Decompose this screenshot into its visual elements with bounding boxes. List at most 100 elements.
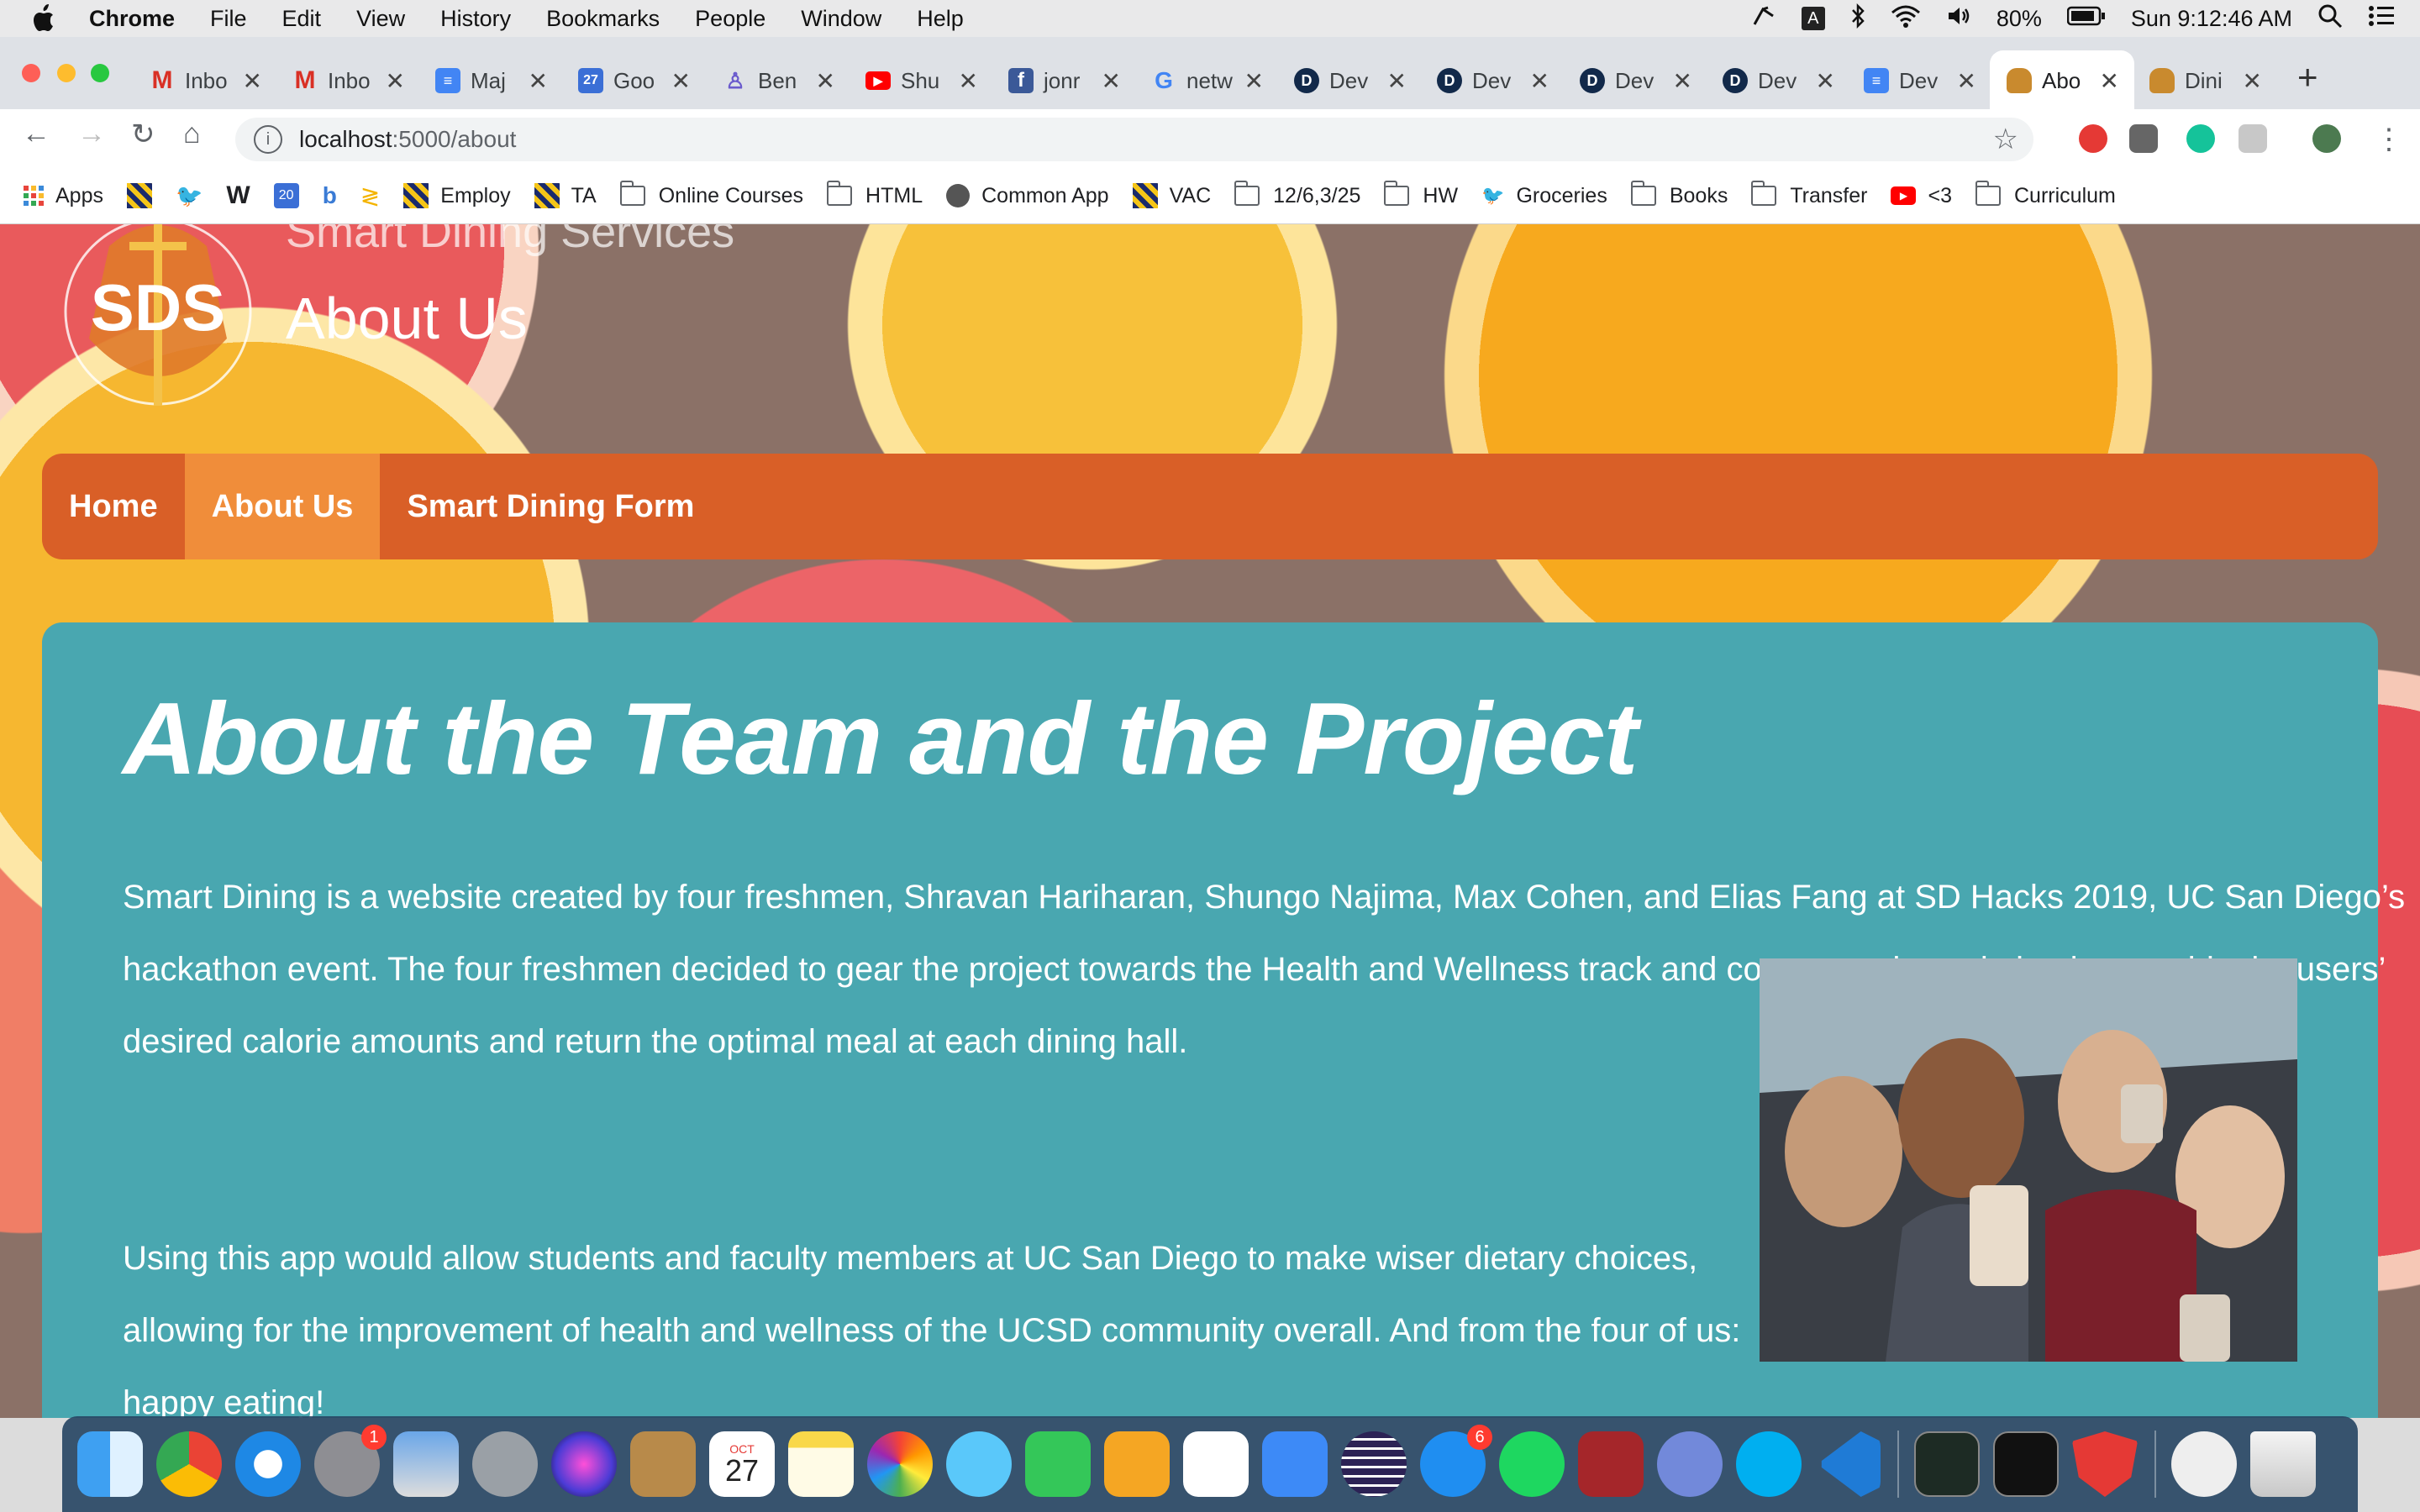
clock[interactable]: Sun 9:12:46 AM	[2131, 6, 2292, 32]
bookmark-groceries[interactable]: 🐦 Groceries	[1481, 184, 1607, 208]
bookmark-online-courses[interactable]: Online Courses	[619, 181, 803, 208]
system-preferences-icon[interactable]: 1	[314, 1425, 387, 1497]
spotify-icon[interactable]	[1499, 1431, 1565, 1497]
vscode-icon[interactable]	[1821, 1431, 1881, 1497]
close-icon[interactable]: ✕	[1530, 67, 1549, 95]
siri-icon[interactable]	[551, 1431, 617, 1497]
menu-view[interactable]: View	[356, 6, 405, 32]
bookmark-html[interactable]: HTML	[827, 181, 923, 208]
tab-dev-1[interactable]: D Dev ✕	[1294, 59, 1407, 102]
chrome-menu-icon[interactable]: ⋮	[2375, 123, 2403, 156]
keynote-icon[interactable]	[1262, 1431, 1328, 1497]
menu-window[interactable]: Window	[801, 6, 881, 32]
bookmark-bird[interactable]: 🐦	[176, 183, 203, 209]
pen-tool-icon[interactable]	[1751, 4, 1776, 34]
eclipse-icon[interactable]	[1341, 1431, 1407, 1497]
launchpad-icon[interactable]	[472, 1431, 538, 1497]
bookmark-curriculum[interactable]: Curriculum	[1975, 181, 2116, 208]
finder-icon[interactable]	[77, 1431, 143, 1497]
window-minimize-button[interactable]	[57, 64, 76, 82]
info-icon[interactable]: i	[254, 125, 282, 154]
notes-icon[interactable]	[788, 1431, 854, 1497]
forward-button[interactable]: →	[77, 118, 106, 150]
tab-youtube[interactable]: ▶ Shu ✕	[865, 59, 978, 102]
preview-icon[interactable]	[393, 1431, 459, 1497]
close-icon[interactable]: ✕	[1102, 67, 1121, 95]
close-icon[interactable]: ✕	[1816, 67, 1835, 95]
bookmark-dates[interactable]: 12/6,3/25	[1234, 181, 1360, 208]
adblock-extension-icon[interactable]	[2079, 124, 2107, 153]
close-icon[interactable]: ✕	[959, 67, 978, 95]
bookmark-transfer[interactable]: Transfer	[1751, 181, 1867, 208]
volume-icon[interactable]	[1946, 4, 1971, 34]
bookmark-star-icon[interactable]: ☆	[1993, 123, 2018, 156]
messages-icon[interactable]	[946, 1431, 1012, 1497]
safari-icon[interactable]	[235, 1431, 301, 1497]
dictionary-icon[interactable]	[1578, 1431, 1644, 1497]
close-icon[interactable]: ✕	[386, 67, 405, 95]
tab-about-active[interactable]: Abo ✕	[2007, 59, 2119, 102]
tab-ben[interactable]: ♙ Ben ✕	[723, 59, 835, 102]
tab-facebook[interactable]: f jonr ✕	[1008, 59, 1121, 102]
apple-icon[interactable]	[30, 4, 60, 33]
close-icon[interactable]: ✕	[529, 67, 548, 95]
time-machine-icon[interactable]	[2171, 1431, 2237, 1497]
extension-icon[interactable]	[2238, 124, 2267, 153]
tab-google[interactable]: Gnetw ✕	[1151, 59, 1264, 102]
bookmark-hw[interactable]: HW	[1384, 181, 1458, 208]
tab-dev-2[interactable]: D Dev ✕	[1437, 59, 1549, 102]
close-icon[interactable]: ✕	[243, 67, 262, 95]
activity-monitor-icon[interactable]	[1914, 1431, 1980, 1497]
bookmark-ta[interactable]: TA	[534, 183, 597, 208]
bluetooth-icon[interactable]	[1850, 3, 1865, 34]
bookmark-w[interactable]: W	[226, 181, 250, 210]
bookmark-apps[interactable]: Apps	[24, 184, 103, 208]
menu-help[interactable]: Help	[917, 6, 964, 32]
numbers-icon[interactable]	[1183, 1431, 1249, 1497]
bookmark-employ[interactable]: Employ	[403, 183, 511, 208]
skype-icon[interactable]	[1736, 1431, 1802, 1497]
discord-icon[interactable]	[1657, 1431, 1723, 1497]
security-shield-icon[interactable]	[2072, 1431, 2138, 1497]
spotlight-search-icon[interactable]	[2317, 3, 2343, 34]
bookmark-arrow[interactable]: ≷	[360, 182, 380, 210]
trash-icon[interactable]	[2250, 1431, 2316, 1497]
tab-docs-2[interactable]: ≡ Dev ✕	[1864, 59, 1976, 102]
wifi-icon[interactable]	[1891, 4, 1921, 34]
tab-calendar[interactable]: 27 Goo ✕	[578, 59, 691, 102]
close-icon[interactable]: ✕	[2243, 67, 2262, 95]
tab-dev-4[interactable]: D Dev ✕	[1723, 59, 1835, 102]
tab-gmail-2[interactable]: M Inbo ✕	[292, 59, 406, 102]
menu-people[interactable]: People	[695, 6, 765, 32]
profile-avatar[interactable]	[2312, 124, 2341, 153]
nav-home[interactable]: Home	[42, 454, 185, 559]
menu-bookmarks[interactable]: Bookmarks	[546, 6, 660, 32]
new-tab-button[interactable]: +	[2297, 57, 2318, 97]
home-button[interactable]: ⌂	[183, 118, 201, 150]
nav-about[interactable]: About Us	[184, 454, 381, 559]
close-icon[interactable]: ✕	[816, 67, 835, 95]
close-icon[interactable]: ✕	[1244, 67, 1264, 95]
battery-icon[interactable]	[2066, 6, 2106, 32]
facetime-icon[interactable]	[1025, 1431, 1091, 1497]
app-store-icon[interactable]: 6	[1420, 1425, 1492, 1497]
calendar-icon[interactable]: OCT 27	[709, 1431, 775, 1497]
close-icon[interactable]: ✕	[671, 67, 691, 95]
bookmark-books[interactable]: Books	[1630, 181, 1728, 208]
window-close-button[interactable]	[22, 64, 40, 82]
tab-dev-3[interactable]: D Dev ✕	[1580, 59, 1692, 102]
bookmark-common-app[interactable]: Common App	[946, 184, 1109, 208]
window-zoom-button[interactable]	[91, 64, 109, 82]
contacts-icon[interactable]	[630, 1431, 696, 1497]
bookmark-b[interactable]: b	[323, 182, 337, 209]
close-icon[interactable]: ✕	[2100, 67, 2119, 95]
grammarly-extension-icon[interactable]	[2186, 124, 2215, 153]
close-icon[interactable]: ✕	[1387, 67, 1407, 95]
tab-dining[interactable]: Dini ✕	[2149, 59, 2262, 102]
reload-button[interactable]: ↻	[131, 118, 155, 151]
tab-docs-1[interactable]: ≡ Maj ✕	[435, 59, 548, 102]
menu-edit[interactable]: Edit	[282, 6, 322, 32]
photos-icon[interactable]	[867, 1431, 933, 1497]
bookmark-heart[interactable]: ▶ <3	[1891, 184, 1952, 208]
back-button[interactable]: ←	[22, 118, 50, 150]
